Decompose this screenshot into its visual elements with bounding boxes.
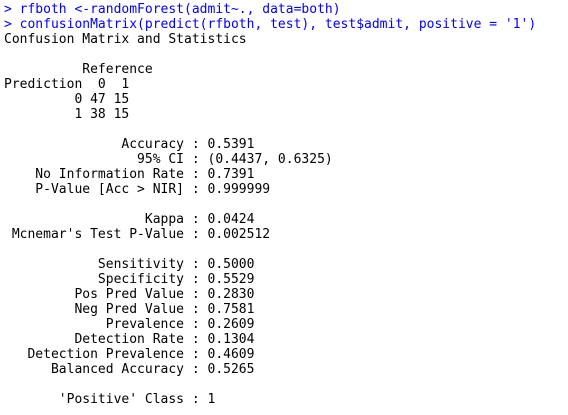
- r-console[interactable]: > rfboth <-randomForest(admit~., data=bo…: [0, 0, 568, 415]
- stat-pvalue: P-Value [Acc > NIR] : 0.999999: [4, 182, 271, 197]
- stat-accuracy: Accuracy : 0.5391: [4, 137, 255, 152]
- stat-ci: 95% CI : (0.4437, 0.6325): [4, 152, 333, 167]
- stat-sensitivity: Sensitivity : 0.5000: [4, 257, 255, 272]
- stat-nir: No Information Rate : 0.7391: [4, 167, 255, 182]
- reference-header: Reference: [4, 62, 153, 77]
- stat-ppv: Pos Pred Value : 0.2830: [4, 287, 255, 302]
- positive-class: 'Positive' Class : 1: [4, 392, 216, 407]
- console-command-line: > confusionMatrix(predict(rfboth, test),…: [4, 17, 537, 32]
- stat-specificity: Specificity : 0.5529: [4, 272, 255, 287]
- stat-mcnemar: Mcnemar's Test P-Value : 0.002512: [4, 227, 271, 242]
- stat-npv: Neg Pred Value : 0.7581: [4, 302, 255, 317]
- matrix-row-0: 0 47 15: [4, 92, 130, 107]
- stat-kappa: Kappa : 0.0424: [4, 212, 255, 227]
- stat-prevalence: Prevalence : 0.2609: [4, 317, 255, 332]
- stat-detection-prevalence: Detection Prevalence : 0.4609: [4, 347, 255, 362]
- console-command-line: > rfboth <-randomForest(admit~., data=bo…: [4, 2, 341, 17]
- stat-balanced-accuracy: Balanced Accuracy : 0.5265: [4, 362, 255, 377]
- matrix-row-1: 1 38 15: [4, 107, 130, 122]
- output-title: Confusion Matrix and Statistics: [4, 32, 247, 47]
- stat-detection-rate: Detection Rate : 0.1304: [4, 332, 255, 347]
- prediction-header: Prediction 0 1: [4, 77, 130, 92]
